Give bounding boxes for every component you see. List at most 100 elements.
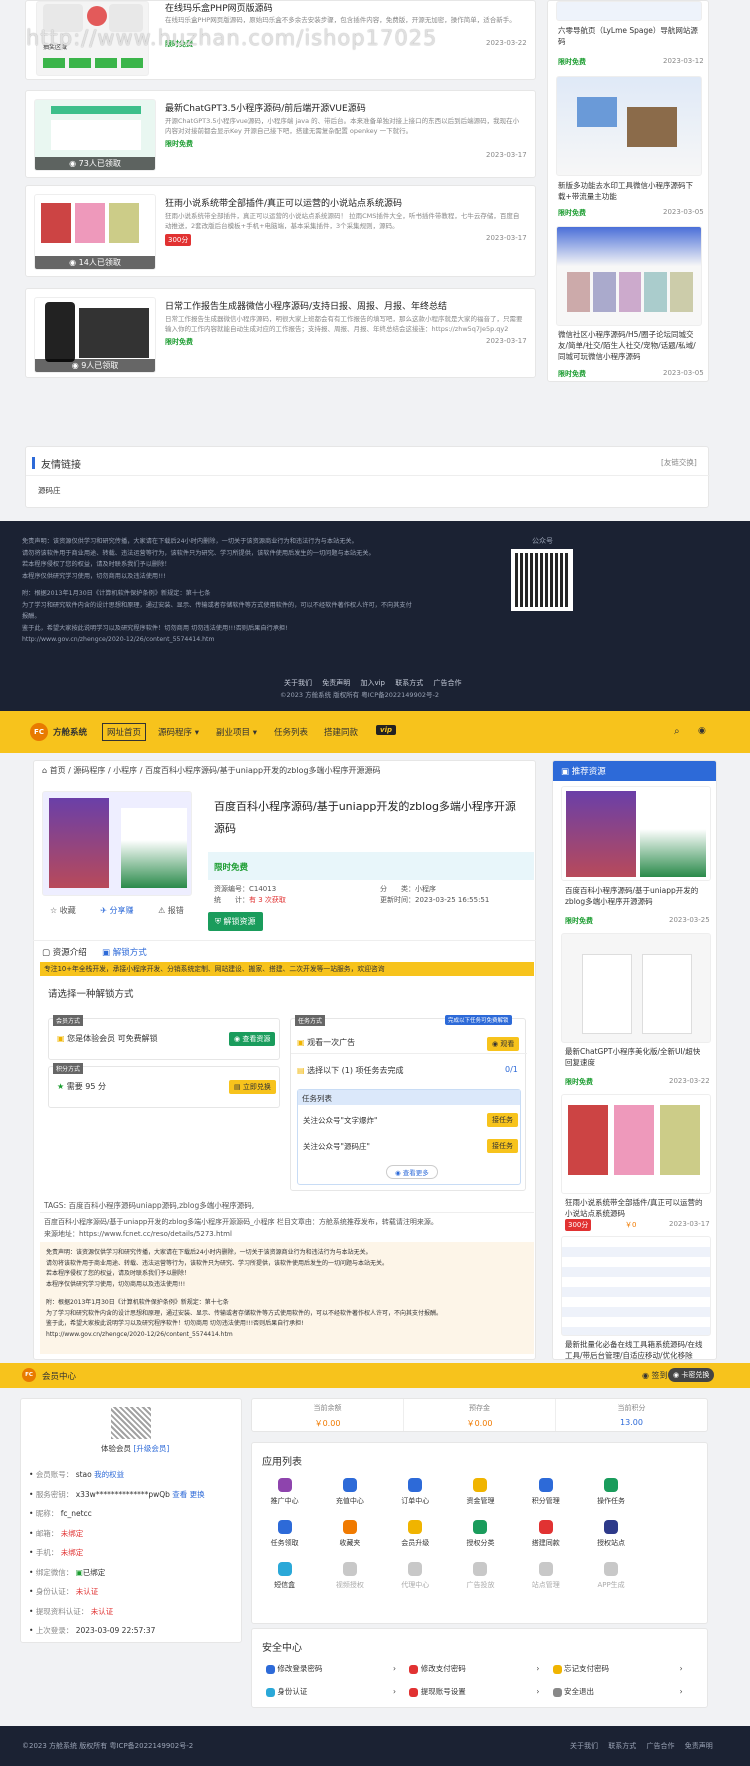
logo-icon[interactable]: FC [22, 1368, 36, 1382]
friend-link[interactable]: 源码庄 [38, 485, 61, 496]
app-item[interactable]: 广告投放 [448, 1562, 513, 1590]
breadcrumb[interactable]: ⌂ 首页 / 源码程序 / 小程序 / 百度百科小程序源码/基于uniapp开发… [42, 765, 381, 776]
footer-link[interactable]: 关于我们 [570, 1742, 598, 1750]
sign-in-button[interactable]: ◉ 签到 [642, 1370, 668, 1381]
member-way-tag: 会员方式 [53, 1015, 84, 1026]
footer-link[interactable]: 广告合作 [433, 679, 461, 687]
vip-badge[interactable]: vip [376, 725, 396, 735]
app-item[interactable]: 短信盒 [252, 1562, 317, 1590]
app-item[interactable]: 代理中心 [383, 1562, 448, 1590]
nav-build[interactable]: 搭建同款 [324, 726, 358, 738]
list-item[interactable]: ◉ 9人已领取 日常工作报告生成器微信小程序源码/支持日报、周报、月报、年终总结… [25, 288, 536, 378]
view-more-button[interactable]: ◉ 查看更多 [386, 1165, 438, 1179]
right-item-thumbnail[interactable] [556, 226, 702, 326]
footer-link[interactable]: 联系方式 [395, 679, 423, 687]
search-icon[interactable]: ⌕ [674, 726, 680, 737]
app-label: 积分管理 [531, 1497, 560, 1505]
security-center: 安全中心 修改登录密码 › 修改支付密码 › 忘记支付密码 › 身份认证 › 提现账号设… [251, 1628, 708, 1708]
app-item[interactable]: 订单中心 [383, 1478, 448, 1506]
security-item[interactable]: 安全退出 › [552, 1686, 683, 1697]
item-thumbnail[interactable]: ◉ 9人已领取 [34, 297, 156, 373]
rec-thumbnail[interactable] [561, 1236, 711, 1336]
upgrade-link[interactable]: [升级会员] [133, 1444, 169, 1453]
redeem-now-button[interactable]: ▤ 立即兑换 [229, 1080, 276, 1094]
footer-link[interactable]: 关于我们 [284, 679, 312, 687]
security-item[interactable]: 提现账号设置 › [409, 1686, 539, 1697]
disclaimer-line[interactable]: http://www.gov.cn/zhengce/2020-12/26/con… [46, 1330, 528, 1341]
rec-thumbnail[interactable] [561, 933, 711, 1043]
rec-title[interactable]: 最新批量化必备在线工具箱系统源码/在线工具/带后台管理/自适应移动/优化移除 [565, 1339, 710, 1359]
rec-title[interactable]: 百度百科小程序源码/基于uniapp开发的zblog多端小程序开源源码 [565, 885, 705, 907]
product-image[interactable] [42, 791, 192, 896]
nav-tasks[interactable]: 任务列表 [274, 726, 308, 738]
accept-task-button[interactable]: 接任务 [487, 1113, 518, 1127]
watch-ad-button[interactable]: ◉ 观看 [487, 1037, 520, 1051]
logo-text[interactable]: 方舱系统 [53, 726, 87, 738]
chevron-right-icon: › [393, 1687, 396, 1696]
source-url[interactable]: 来源地址：https://www.fcnet.cc/reso/details/5… [44, 1229, 232, 1239]
app-icon [538, 1520, 553, 1534]
share-button[interactable]: ✈ 分享赚 [100, 906, 133, 915]
logo-icon[interactable]: FC [30, 723, 48, 741]
app-item[interactable]: 搭建同款 [513, 1520, 578, 1548]
rec-title[interactable]: 狂雨小说系统带全部插件/真正可以运营的小说站点系统源码 [565, 1197, 705, 1219]
tab-unlock[interactable]: ▣ 解锁方式 [102, 946, 147, 958]
app-item[interactable]: 充值中心 [317, 1478, 382, 1506]
user-icon[interactable]: ◉ [698, 726, 706, 736]
security-item[interactable]: 修改登录密码 › [266, 1663, 396, 1674]
tab-intro[interactable]: ▢ 资源介绍 [42, 946, 87, 958]
nav-home[interactable]: 网址首页 [102, 723, 147, 741]
app-item[interactable]: 站点管理 [513, 1562, 578, 1590]
security-title: 安全中心 [262, 1643, 302, 1654]
app-item[interactable]: 收藏夹 [317, 1520, 382, 1548]
app-item[interactable]: APP生成 [578, 1562, 643, 1590]
rec-price: 300分 [565, 1219, 592, 1231]
accept-task-button[interactable]: 接任务 [487, 1139, 518, 1153]
security-item[interactable]: 忘记支付密码 › [552, 1663, 683, 1674]
disclaimer-line[interactable]: http://www.gov.cn/zhengce/2020-12/26/con… [22, 634, 412, 646]
right-item-title[interactable]: 微信社区小程序源码/H5/圈子论坛同城交友/简单/社交/陌生人社交/宠物/话题/… [558, 329, 698, 362]
card-redeem-button[interactable]: ◉ 卡密兑换 [668, 1368, 715, 1382]
item-title[interactable]: 在线玛乐盒PHP网页版源码 [165, 1, 273, 14]
app-item[interactable]: 视频授权 [317, 1562, 382, 1590]
view-resource-button[interactable]: ◉ 查看资源 [229, 1032, 276, 1046]
item-date: 2023-03-17 [486, 234, 527, 242]
footer-link[interactable]: 联系方式 [608, 1742, 636, 1750]
rec-thumbnail[interactable] [561, 786, 711, 881]
footer-link[interactable]: 广告合作 [646, 1742, 674, 1750]
fav-button[interactable]: ☆ 收藏 [50, 906, 76, 915]
item-thumbnail[interactable]: ◉ 73人已领取 [34, 99, 156, 171]
nav-source[interactable]: 源码程序 ▾ [158, 726, 199, 738]
right-item-title[interactable]: 新版多功能去水印工具微信小程序源码下载+带流量主功能 [558, 180, 698, 202]
app-item[interactable]: 操作任务 [578, 1478, 643, 1506]
list-item[interactable]: ◉ 73人已领取 最新ChatGPT3.5小程序源码/前后端开源VUE源码 开源… [25, 90, 536, 178]
app-label: 任务领取 [270, 1539, 299, 1547]
app-item[interactable]: 授权分类 [448, 1520, 513, 1548]
security-item[interactable]: 身份认证 › [266, 1686, 396, 1697]
security-icon [409, 1687, 419, 1697]
right-item-title[interactable]: 六零导航页（LyLme Spage）导航网站源码 [558, 25, 698, 47]
item-date: 2023-03-17 [486, 151, 527, 159]
report-button[interactable]: ⚠ 报错 [158, 906, 184, 915]
app-item[interactable]: 任务领取 [252, 1520, 317, 1548]
app-item[interactable]: 资金管理 [448, 1478, 513, 1506]
friend-links-more[interactable]: [友链交换] [661, 457, 697, 468]
rec-title[interactable]: 最新ChatGPT小程序美化版/全新UI/超快回复速度 [565, 1046, 705, 1068]
item-title[interactable]: 最新ChatGPT3.5小程序源码/前后端开源VUE源码 [165, 101, 366, 114]
app-item[interactable]: 会员升级 [383, 1520, 448, 1548]
unlock-button[interactable]: ⛨ 解锁资源 [208, 912, 263, 931]
item-title[interactable]: 日常工作报告生成器微信小程序源码/支持日报、周报、月报、年终总结 [165, 299, 447, 312]
app-item[interactable]: 授权站点 [578, 1520, 643, 1548]
footer-link[interactable]: 加入vip [360, 679, 385, 687]
item-title[interactable]: 狂雨小说系统带全部插件/真正可以运营的小说站点系统源码 [165, 196, 402, 209]
rec-thumbnail[interactable] [561, 1094, 711, 1194]
app-item[interactable]: 积分管理 [513, 1478, 578, 1506]
item-thumbnail[interactable]: ◉ 14人已领取 [34, 194, 156, 270]
right-item-thumbnail[interactable] [556, 76, 702, 176]
nav-side[interactable]: 副业项目 ▾ [216, 726, 257, 738]
app-item[interactable]: 推广中心 [252, 1478, 317, 1506]
footer-link[interactable]: 免责声明 [685, 1742, 713, 1750]
list-item[interactable]: ◉ 14人已领取 狂雨小说系统带全部插件/真正可以运营的小说站点系统源码 狂雨小… [25, 185, 536, 277]
security-item[interactable]: 修改支付密码 › [409, 1663, 539, 1674]
footer-link[interactable]: 免责声明 [322, 679, 350, 687]
